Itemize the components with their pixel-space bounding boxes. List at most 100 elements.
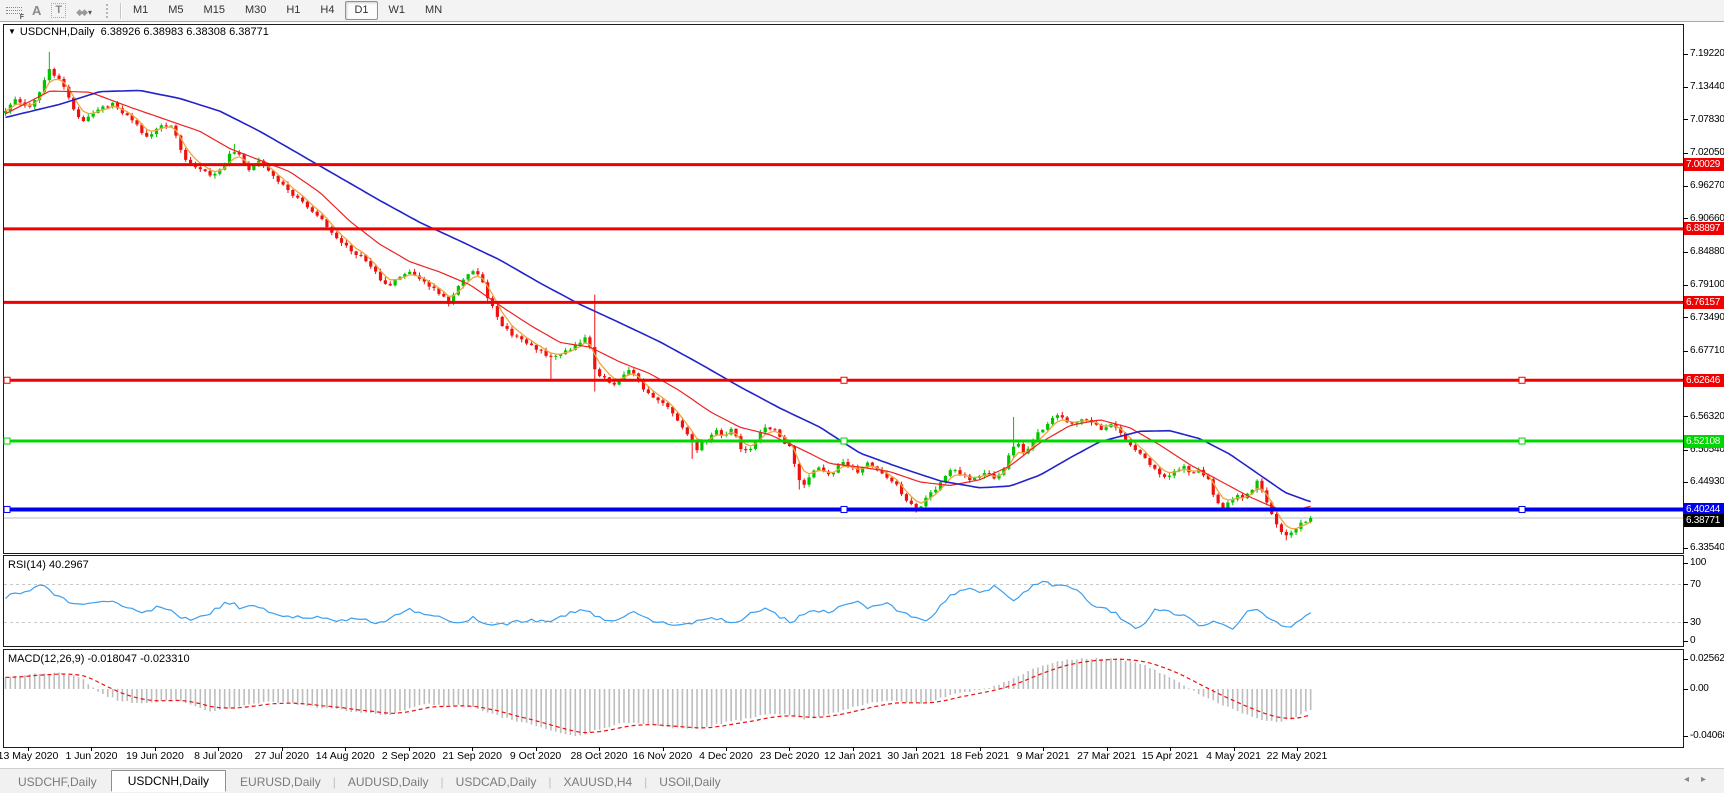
symbol-tab-eurusd[interactable]: EURUSD,Daily [228,772,333,792]
symbol-tab-audusd[interactable]: AUDUSD,Daily [336,772,441,792]
macd-histogram-bar [691,689,693,729]
candle-body [953,470,957,472]
macd-histogram-bar [998,684,1000,689]
line-handle[interactable] [3,505,11,513]
macd-histogram-bar [106,689,109,697]
candle-body [393,279,397,286]
macd-histogram-bar [389,689,392,715]
candle-body [81,117,86,122]
macd-histogram-bar [856,689,859,707]
candle-body [1294,528,1298,533]
candle-body [291,190,295,196]
chart-canvas[interactable] [0,0,1724,793]
macd-histogram-bar [248,689,250,705]
macd-histogram-bar [282,689,284,703]
macd-histogram-bar [170,689,172,701]
terminal-window: F A T ◆◆ ▾ M1 M5 M15 M30 H1 H4 D1 W1 MN ▼ USDCNH,D… [0,0,1724,793]
line-handle[interactable] [1518,437,1526,445]
line-handle[interactable] [840,437,848,445]
macd-histogram-bar [715,689,718,724]
candle-body [1138,450,1142,454]
macd-histogram-bar [87,684,90,689]
macd-histogram-bar [1051,663,1054,689]
tab-scroll-right-icon[interactable]: ▸ [1701,774,1718,785]
macd-histogram-bar [121,689,124,702]
macd-histogram-bar [881,689,883,702]
macd-histogram-bar [1300,689,1302,715]
macd-histogram-bar [978,689,981,690]
symbol-tab-usdchf[interactable]: USDCHF,Daily [6,772,109,792]
macd-histogram-bar [72,675,75,689]
macd-histogram-bar [145,689,148,704]
macd-histogram-bar [423,689,426,705]
macd-histogram-bar [9,676,12,689]
macd-histogram-bar [462,689,465,707]
candle-body [286,184,290,191]
macd-histogram-bar [1295,689,1297,718]
line-handle[interactable] [1518,376,1526,384]
macd-histogram-bar [769,689,771,714]
candle-body [76,109,81,118]
macd-histogram-bar [516,689,518,722]
macd-histogram-bar [1032,668,1034,689]
macd-histogram-bar [764,689,767,715]
line-handle[interactable] [3,437,11,445]
macd-histogram-bar [204,689,206,711]
macd-histogram-bar [628,689,630,724]
candle-body [1050,417,1055,424]
macd-histogram-bar [1256,689,1258,719]
macd-histogram-bar [14,676,17,689]
macd-histogram-bar [1173,679,1176,689]
macd-histogram-bar [1207,689,1210,699]
macd-histogram-bar [579,689,581,736]
macd-histogram-bar [175,689,177,700]
macd-histogram-bar [53,672,55,689]
candle-body [802,480,806,485]
symbol-tab-usdcnh[interactable]: USDCNH,Daily [110,769,227,792]
tab-scroll-left-icon[interactable]: ◂ [1684,774,1701,785]
candle-body [1060,415,1064,418]
candle-body [524,339,529,344]
macd-histogram-bar [1149,668,1151,689]
macd-histogram-bar [808,689,810,718]
macd-histogram-bar [467,689,469,708]
candle-body [310,207,314,212]
macd-histogram-bar [4,677,7,689]
candle-body [602,376,607,378]
macd-histogram-bar [895,689,898,701]
candle-body [539,349,543,351]
candle-body [1148,457,1152,465]
line-handle[interactable] [3,376,11,384]
macd-histogram-bar [642,689,645,724]
candle-body [1143,453,1147,458]
symbol-tab-usoil[interactable]: USOil,Daily [647,772,732,792]
line-handle[interactable] [1518,505,1526,513]
macd-histogram-bar [243,689,245,706]
candle-body [300,197,305,202]
candle-body [1055,415,1060,418]
macd-histogram-bar [1134,662,1137,689]
candle-body [685,427,689,435]
line-handle[interactable] [840,505,848,513]
candle-body [442,293,446,297]
macd-histogram-bar [443,689,445,707]
symbol-tab-usdcad[interactable]: USDCAD,Daily [444,772,549,792]
macd-histogram-bar [24,675,26,689]
candle-body [296,195,300,198]
symbol-tab-xauusd[interactable]: XAUUSD,H4 [551,772,644,792]
macd-histogram-bar [1129,661,1132,689]
candle-body [505,326,509,329]
macd-histogram-bar [1007,680,1010,689]
candle-body [1011,446,1016,456]
macd-histogram-bar [428,689,430,704]
candle-body [198,167,202,170]
macd-histogram-bar [404,689,406,711]
macd-histogram-bar [374,689,377,714]
line-handle[interactable] [840,376,848,384]
macd-histogram-bar [1003,681,1005,689]
macd-histogram-bar [1124,660,1127,689]
candle-body [948,470,952,476]
candle-body [432,286,436,289]
candle-body [203,169,207,172]
candle-body [909,500,913,504]
